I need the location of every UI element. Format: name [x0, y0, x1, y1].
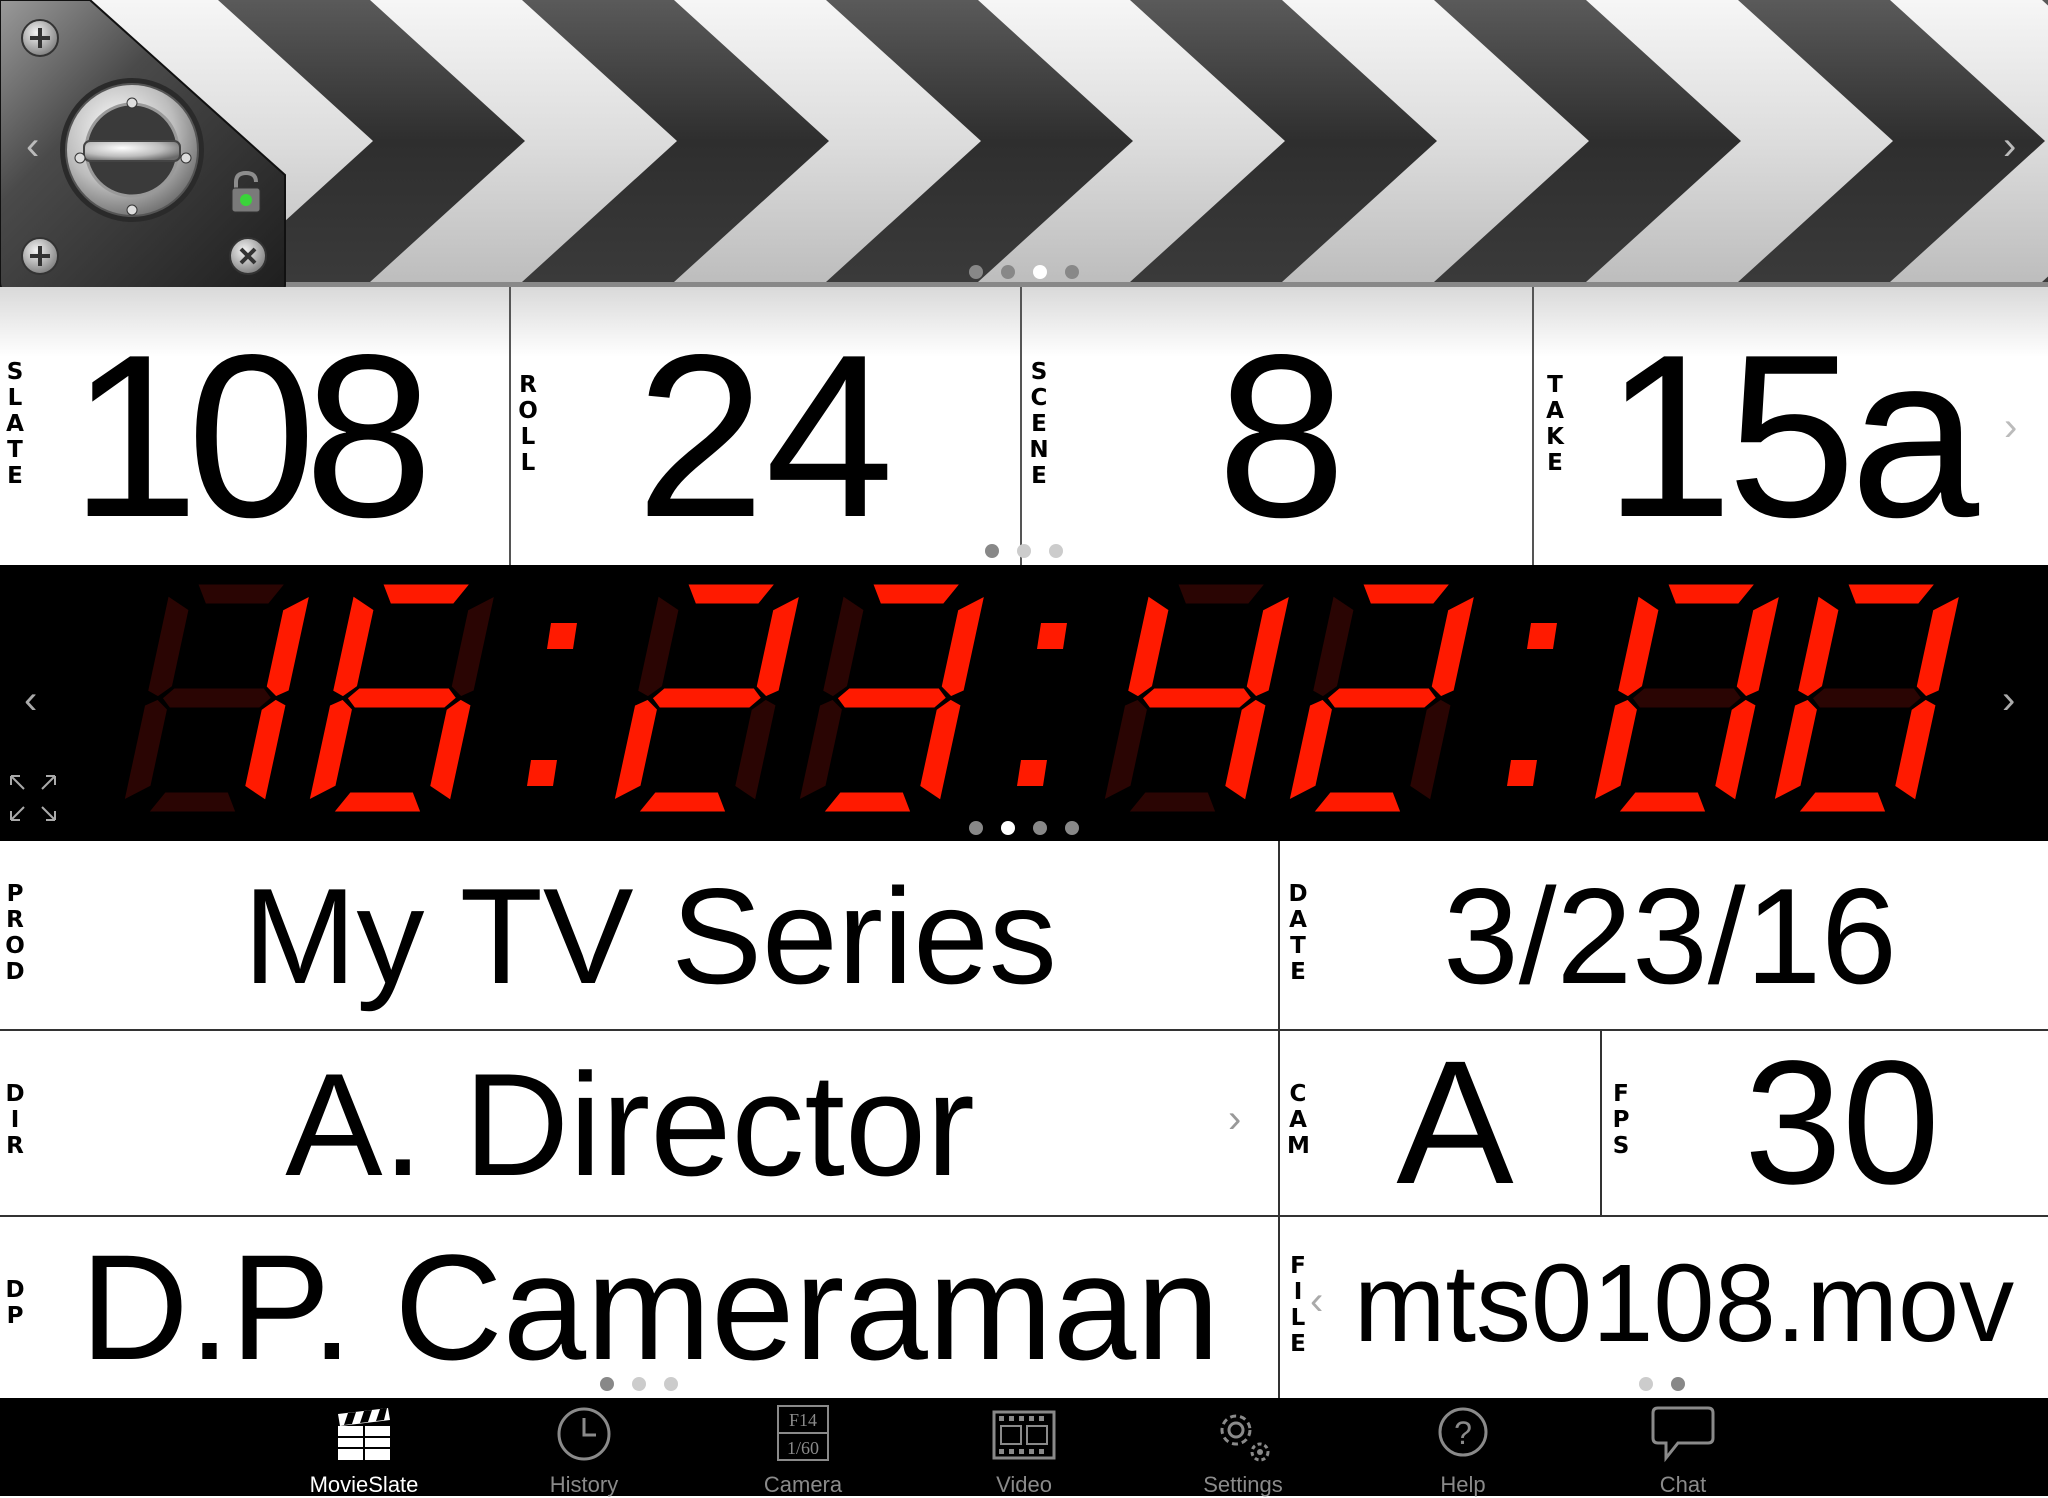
tab-settings[interactable]: Settings — [1158, 1398, 1328, 1497]
prod-field[interactable]: PROD My TV Series — [0, 841, 1280, 1029]
timecode-colon — [547, 623, 577, 649]
tab-camera[interactable]: F14 1/60 Camera — [718, 1398, 888, 1497]
scene-label: SCENE — [1029, 359, 1049, 489]
clapper-stick[interactable]: ‹ › — [0, 0, 2048, 287]
timecode-digit — [119, 581, 314, 815]
gears-icon — [1220, 1414, 1270, 1462]
prod-label: PROD — [5, 881, 25, 985]
timecode-colon — [1037, 623, 1067, 649]
take-label: TAKE — [1546, 372, 1564, 476]
fullscreen-icon[interactable] — [8, 773, 58, 823]
tab-help[interactable]: ? Help — [1378, 1398, 1548, 1497]
file-field[interactable]: FILE ‹ mts0108.mov — [1280, 1217, 2048, 1398]
timecode-colon — [1527, 623, 1557, 649]
timecode-digit — [1099, 581, 1294, 815]
timecode-prev-arrow[interactable]: ‹ — [24, 680, 37, 720]
timecode-display[interactable]: ‹ › — [0, 565, 2048, 841]
timecode-colon — [1507, 760, 1537, 786]
timecode-colon — [1017, 760, 1047, 786]
dp-value[interactable]: D.P. Cameraman — [40, 1227, 1260, 1387]
slate-cell[interactable]: SLATE 108 — [0, 287, 511, 565]
tab-label: Chat — [1659, 1472, 1707, 1497]
clock-icon — [557, 1407, 611, 1461]
svg-text:?: ? — [1454, 1415, 1472, 1451]
timecode-digit — [609, 581, 804, 815]
dir-field[interactable]: DIR A. Director › — [0, 1031, 1280, 1215]
file-label: FILE — [1290, 1253, 1306, 1357]
scene-value[interactable]: 8 — [1217, 317, 1346, 557]
tab-label: History — [549, 1472, 619, 1497]
dp-file-row: DP D.P. Cameraman FILE ‹ mts0108.mov — [0, 1215, 2048, 1398]
prod-value[interactable]: My TV Series — [40, 861, 1260, 1011]
counters-page-indicator[interactable] — [985, 544, 1063, 558]
cam-field[interactable]: CAM A — [1280, 1031, 1602, 1215]
timecode-digit — [794, 581, 989, 815]
fps-value[interactable]: 30 — [1652, 1033, 2032, 1213]
chat-bubble-icon — [1651, 1406, 1715, 1463]
svg-text:F14: F14 — [789, 1410, 817, 1430]
fps-label: FPS — [1612, 1081, 1630, 1159]
tab-chat[interactable]: Chat — [1598, 1398, 1768, 1497]
scene-cell[interactable]: SCENE 8 — [1022, 287, 1534, 565]
dp-label: DP — [5, 1277, 25, 1329]
timecode-digit — [304, 581, 499, 815]
tab-label: Video — [996, 1472, 1052, 1497]
take-value[interactable]: 15a — [1604, 317, 1979, 557]
file-prev-arrow[interactable]: ‹ — [1310, 1281, 1323, 1321]
clapper-hinge: ‹ — [0, 0, 288, 293]
fps-field[interactable]: FPS 30 — [1602, 1031, 2048, 1215]
dir-label: DIR — [5, 1081, 25, 1159]
file-value[interactable]: mts0108.mov — [1330, 1239, 2038, 1369]
lock-icon[interactable] — [228, 170, 264, 216]
tab-label: Help — [1440, 1472, 1486, 1497]
timecode-digit — [1589, 581, 1784, 815]
tab-label: Settings — [1203, 1472, 1283, 1497]
camera-settings-icon: F14 1/60 — [777, 1405, 829, 1461]
film-strip-icon — [992, 1410, 1056, 1460]
clapper-page-indicator[interactable] — [969, 265, 1079, 279]
take-next-arrow[interactable]: › — [2004, 407, 2017, 447]
slate-label: SLATE — [6, 359, 24, 489]
right-bottom-page-indicator[interactable] — [1639, 1377, 1685, 1391]
date-field[interactable]: DATE 3/23/16 — [1280, 841, 2048, 1029]
tab-label: Camera — [763, 1472, 843, 1497]
date-value[interactable]: 3/23/16 — [1320, 861, 2020, 1011]
timecode-digits — [119, 581, 1964, 815]
dir-value[interactable]: A. Director — [40, 1045, 1220, 1205]
timecode-digit — [1769, 581, 1964, 815]
tab-movieslate[interactable]: MovieSlate — [279, 1398, 449, 1497]
slate-value[interactable]: 108 — [70, 317, 433, 557]
take-cell[interactable]: TAKE 15a › — [1534, 287, 2048, 565]
cam-value[interactable]: A — [1320, 1033, 1590, 1213]
timecode-next-arrow[interactable]: › — [2002, 680, 2015, 720]
cam-label: CAM — [1287, 1081, 1310, 1159]
timecode-colon — [527, 760, 557, 786]
roll-cell[interactable]: ROLL 24 — [511, 287, 1022, 565]
help-bubble-icon: ? — [1438, 1407, 1488, 1457]
dp-field[interactable]: DP D.P. Cameraman — [0, 1217, 1280, 1398]
tab-video[interactable]: Video — [939, 1398, 1109, 1497]
tab-history[interactable]: History — [499, 1398, 669, 1497]
timecode-digit — [1284, 581, 1479, 815]
tab-bar: MovieSlate History F14 1/60 Camera Video — [0, 1398, 2048, 1497]
dir-cam-fps-row: DIR A. Director › CAM A FPS 30 — [0, 1029, 2048, 1215]
left-bottom-page-indicator[interactable] — [600, 1377, 678, 1391]
hinge-prev-arrow[interactable]: ‹ — [26, 126, 39, 166]
svg-text:1/60: 1/60 — [787, 1438, 819, 1458]
tab-label: MovieSlate — [309, 1472, 419, 1497]
roll-value[interactable]: 24 — [636, 317, 894, 557]
timecode-page-indicator[interactable] — [969, 821, 1079, 835]
counters-row: SLATE 108 ROLL 24 SCENE 8 TAKE 15a › — [0, 287, 2048, 565]
roll-label: ROLL — [518, 372, 538, 476]
prod-date-row: PROD My TV Series DATE 3/23/16 — [0, 841, 2048, 1029]
dir-next-arrow[interactable]: › — [1228, 1099, 1241, 1139]
clapper-stripes — [0, 0, 2048, 287]
clapper-next-arrow[interactable]: › — [2003, 126, 2016, 166]
date-label: DATE — [1288, 881, 1308, 985]
clapperboard-icon — [338, 1408, 390, 1460]
